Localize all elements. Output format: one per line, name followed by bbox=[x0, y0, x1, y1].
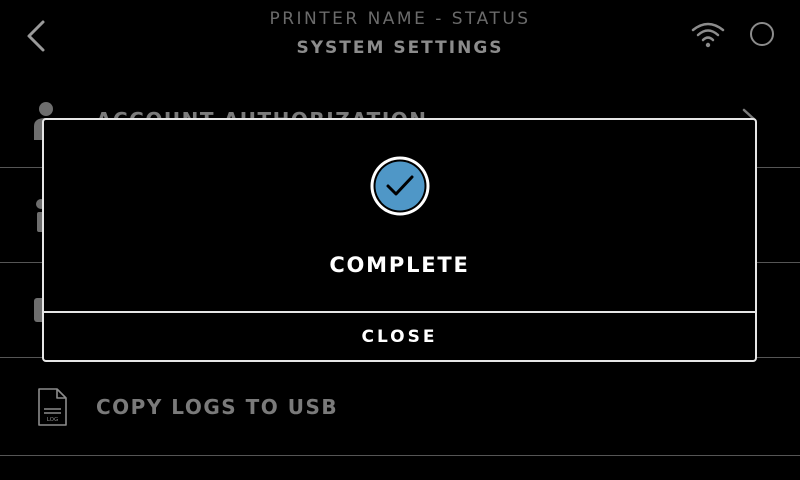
system-settings-screen: PRINTER NAME - STATUS SYSTEM SETTINGS AC… bbox=[0, 0, 800, 480]
complete-dialog: COMPLETE CLOSE bbox=[42, 118, 757, 362]
header-title: PRINTER NAME - STATUS bbox=[269, 9, 531, 29]
menu-item-label: COPY LOGS TO USB bbox=[96, 395, 339, 419]
status-indicator-icon[interactable] bbox=[750, 22, 774, 46]
close-button[interactable]: CLOSE bbox=[44, 311, 755, 360]
menu-item-copy-logs-to-usb[interactable]: LOG COPY LOGS TO USB bbox=[0, 359, 800, 456]
dialog-message: COMPLETE bbox=[329, 253, 470, 277]
wifi-icon[interactable] bbox=[690, 20, 726, 50]
check-circle-icon bbox=[370, 156, 430, 216]
svg-text:LOG: LOG bbox=[47, 417, 58, 423]
log-file-icon: LOG bbox=[38, 388, 67, 426]
page-title: SYSTEM SETTINGS bbox=[296, 38, 504, 58]
